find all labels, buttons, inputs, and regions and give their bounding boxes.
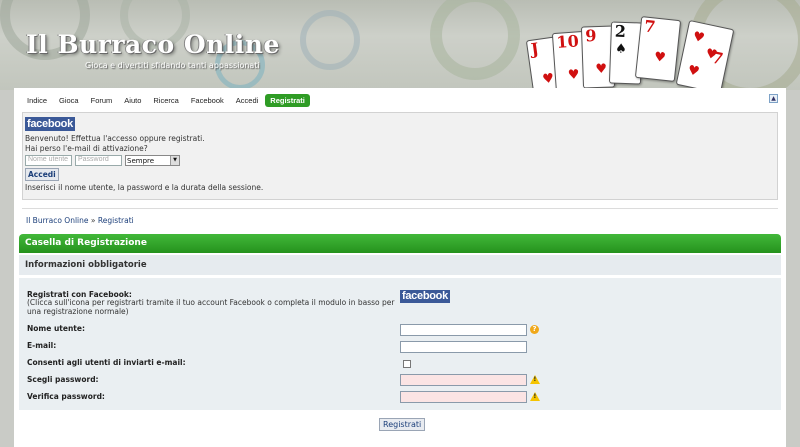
- login-button[interactable]: Accedi: [25, 168, 59, 181]
- verify-password-label: Verifica password:: [27, 392, 105, 401]
- breadcrumb-home[interactable]: Il Burraco Online: [26, 216, 89, 225]
- site-title[interactable]: Il Burraco Online: [26, 30, 280, 59]
- decor-swirl: [430, 0, 520, 80]
- breadcrumb: Il Burraco Online » Registrati: [26, 216, 134, 225]
- warning-icon: [530, 375, 540, 384]
- facebook-register-note: (Clicca sull'icona per registrarti trami…: [27, 298, 395, 316]
- login-panel: facebook Benvenuto! Effettua l'accesso o…: [22, 112, 778, 200]
- chevron-down-icon: ▼: [170, 156, 179, 165]
- site-tagline: Gioca e divertiti sfidando tanti appassi…: [85, 61, 260, 70]
- facebook-login-logo[interactable]: facebook: [25, 117, 75, 131]
- register-email-field[interactable]: [400, 341, 527, 353]
- username-input[interactable]: Nome utente: [25, 155, 72, 166]
- card-7-hearts-2: ♥ ♥ 7 ♥: [675, 19, 735, 90]
- collapse-header-button[interactable]: ▲: [769, 94, 778, 103]
- register-verify-password-field[interactable]: [400, 391, 527, 403]
- username-label: Nome utente:: [27, 324, 85, 333]
- top-navigation-bar: Indice Gioca Forum Aiuto Ricerca Faceboo…: [14, 88, 786, 112]
- breadcrumb-separator: »: [88, 216, 98, 225]
- divider: [22, 208, 778, 209]
- nav-item-ricerca[interactable]: Ricerca: [148, 94, 184, 107]
- nav-item-registrati[interactable]: Registrati: [265, 94, 310, 107]
- facebook-register-button[interactable]: facebook: [400, 290, 450, 303]
- nav-item-accedi[interactable]: Accedi: [230, 94, 264, 107]
- register-username-field[interactable]: [400, 324, 527, 336]
- welcome-text: Benvenuto! Effettua l'accesso oppure reg…: [25, 134, 205, 154]
- playing-cards-logo: J ♥ 10 ♥ 9 ♥ 2 ♠ 7 ♥ ♥ ♥ 7 ♥: [525, 14, 750, 90]
- help-icon[interactable]: ?: [530, 325, 539, 334]
- email-label: E-mail:: [27, 341, 57, 350]
- nav-item-facebook[interactable]: Facebook: [185, 94, 229, 107]
- register-submit-button[interactable]: Registrati: [379, 418, 426, 431]
- required-info-title: Informazioni obbligatorie: [19, 255, 781, 275]
- nav-item-gioca[interactable]: Gioca: [54, 94, 84, 107]
- login-form-row: Nome utente Password Sempre ▼: [25, 155, 180, 166]
- main-nav: Indice Gioca Forum Aiuto Ricerca Faceboo…: [22, 94, 310, 107]
- allow-email-label: Consenti agli utenti di inviarti e-mail:: [27, 358, 186, 367]
- session-duration-value: Sempre: [127, 156, 155, 165]
- main-content: Indice Gioca Forum Aiuto Ricerca Faceboo…: [14, 88, 786, 447]
- nav-item-indice[interactable]: Indice: [22, 94, 53, 107]
- nav-item-aiuto[interactable]: Aiuto: [119, 94, 147, 107]
- register-password-field[interactable]: [400, 374, 527, 386]
- password-input[interactable]: Password: [75, 155, 122, 166]
- welcome-line: Benvenuto! Effettua l'accesso oppure reg…: [25, 134, 205, 143]
- site-header: Il Burraco Online Gioca e divertiti sfid…: [0, 0, 800, 90]
- registration-header: Casella di Registrazione: [19, 234, 781, 253]
- nav-item-forum[interactable]: Forum: [85, 94, 118, 107]
- login-hint: Inserisci il nome utente, la password e …: [25, 183, 264, 192]
- breadcrumb-current[interactable]: Registrati: [98, 216, 134, 225]
- card-7-hearts: 7 ♥: [634, 16, 682, 82]
- activation-email-link[interactable]: Hai perso l'e-mail di attivazione?: [25, 144, 205, 154]
- password-label: Scegli password:: [27, 375, 99, 384]
- session-duration-select[interactable]: Sempre ▼: [125, 155, 180, 166]
- decor-swirl: [300, 10, 360, 70]
- allow-email-checkbox[interactable]: [403, 360, 411, 368]
- warning-icon: [530, 392, 540, 401]
